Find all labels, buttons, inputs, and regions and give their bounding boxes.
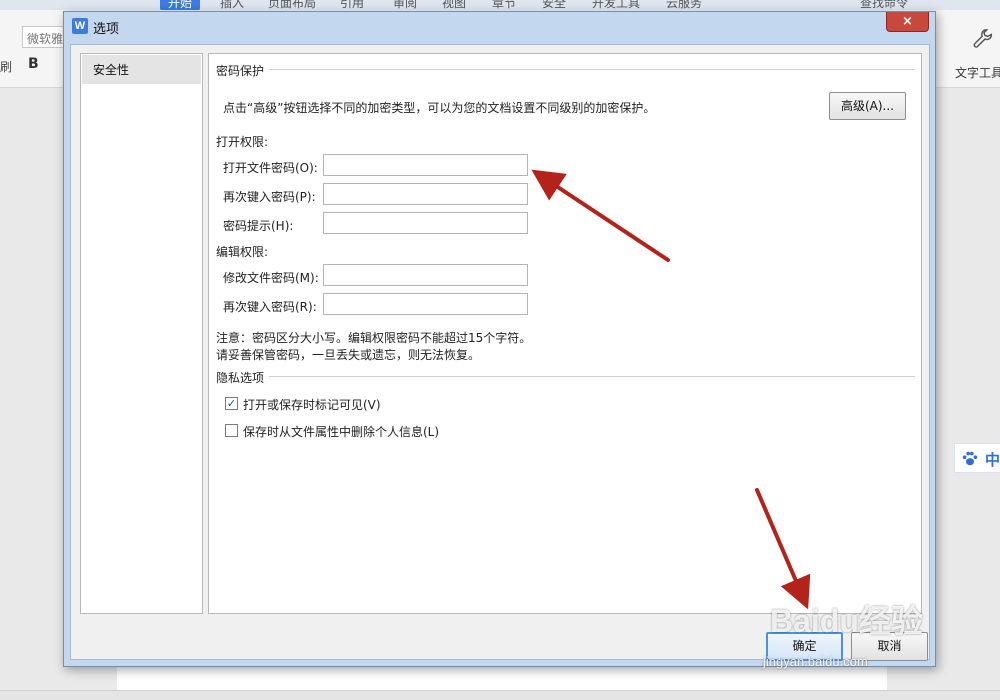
search-command[interactable]: 查找命令 <box>860 0 908 10</box>
baidu-watermark: Baidu经验 <box>770 603 923 639</box>
wps-writer-icon: W <box>72 18 88 34</box>
password-note-1: 注意：密码区分大小写。编辑权限密码不能超过15个字符。 <box>216 331 532 345</box>
edit-permission-heading: 编辑权限: <box>216 245 269 259</box>
close-button[interactable]: × <box>886 12 929 32</box>
mark-visible-label[interactable]: 打开或保存时标记可见(V) <box>243 396 381 413</box>
dialog-body: 安全性 密码保护 点击“高级”按钮选择不同的加密类型，可以为您的文档设置不同级别… <box>70 44 930 661</box>
open-password-input[interactable] <box>323 154 528 176</box>
section-divider <box>269 376 915 377</box>
tab-page-layout[interactable]: 页面布局 <box>268 0 316 10</box>
wrench-icon <box>973 29 993 48</box>
options-sidebar: 安全性 <box>80 53 203 614</box>
tab-references[interactable]: 引用 <box>340 0 364 10</box>
watermark-url: jingyan.baidu.com <box>763 654 868 669</box>
status-bar <box>0 690 1000 700</box>
password-hint-label: 密码提示(H): <box>223 219 294 233</box>
tab-developer[interactable]: 开发工具 <box>592 0 640 10</box>
tab-home[interactable]: 开始 <box>160 0 201 10</box>
password-hint-input[interactable] <box>323 212 528 234</box>
ribbon-tab-bar: 开始 插入 页面布局 引用 审阅 视图 章节 安全 开发工具 云服务 查找命令 <box>0 0 1000 10</box>
modify-password-confirm-input[interactable] <box>323 293 528 315</box>
format-painter-label: 刷 <box>0 60 13 74</box>
open-permission-heading: 打开权限: <box>216 135 269 149</box>
password-note-2: 请妥善保管密码，一旦丢失或遗忘，则无法恢复。 <box>216 348 481 362</box>
modify-password-confirm-label: 再次键入密码(R): <box>223 300 317 314</box>
remove-personal-info-checkbox[interactable] <box>225 424 238 437</box>
encryption-description: 点击“高级”按钮选择不同的加密类型，可以为您的文档设置不同级别的加密保护。 <box>223 101 656 115</box>
tab-insert[interactable]: 插入 <box>220 0 244 10</box>
font-name-select[interactable]: 微软雅黑 <box>22 26 68 48</box>
modify-password-input[interactable] <box>323 264 528 286</box>
modify-password-label: 修改文件密码(M): <box>223 271 319 285</box>
password-protection-heading: 密码保护 <box>216 64 265 78</box>
section-divider <box>269 69 915 70</box>
side-chip-label: 中 <box>985 451 1000 469</box>
open-password-label: 打开文件密码(O): <box>223 161 318 175</box>
open-password-confirm-label: 再次键入密码(P): <box>223 190 316 204</box>
dialog-title: 选项 <box>93 22 120 37</box>
text-tools-button[interactable]: 文字工具 <box>945 28 1000 88</box>
security-panel: 密码保护 点击“高级”按钮选择不同的加密类型，可以为您的文档设置不同级别的加密保… <box>208 53 922 614</box>
advanced-button[interactable]: 高级(A)... <box>829 92 906 120</box>
sidebar-item-security[interactable]: 安全性 <box>82 55 201 84</box>
mark-visible-checkbox[interactable]: ✓ <box>225 397 238 410</box>
tab-review[interactable]: 审阅 <box>393 0 417 10</box>
tab-view[interactable]: 视图 <box>442 0 466 10</box>
open-password-confirm-input[interactable] <box>323 183 528 205</box>
bold-button[interactable]: B <box>28 56 39 72</box>
tab-chapter[interactable]: 章节 <box>492 0 516 10</box>
text-tools-label: 文字工具 <box>955 66 1000 80</box>
tab-cloud[interactable]: 云服务 <box>666 0 702 10</box>
side-helper-chip[interactable]: 中 <box>954 443 1000 473</box>
tab-security[interactable]: 安全 <box>542 0 566 10</box>
dialog-titlebar[interactable]: W 选项 × <box>64 12 935 40</box>
privacy-heading: 隐私选项 <box>216 371 265 385</box>
paw-icon <box>962 451 978 466</box>
remove-personal-info-label[interactable]: 保存时从文件属性中删除个人信息(L) <box>243 423 439 440</box>
options-dialog: W 选项 × 安全性 密码保护 点击“高级”按钮选择不同的加密类型，可以为您的文… <box>63 11 936 667</box>
